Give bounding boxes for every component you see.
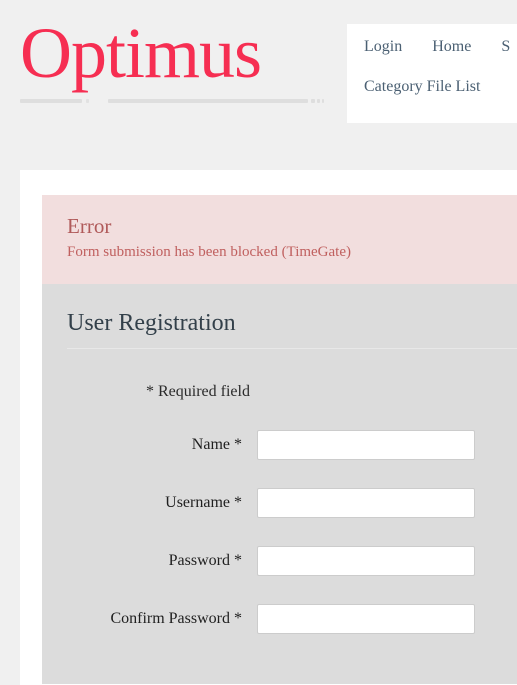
nav-link-home[interactable]: Home: [432, 38, 471, 56]
nav-link-search-truncated[interactable]: S: [501, 38, 510, 56]
confirm-password-input[interactable]: [257, 604, 475, 634]
label-password: Password *: [168, 552, 242, 569]
registration-form: * Required field Name * Username * Passw…: [67, 349, 517, 634]
registration-panel: User Registration * Required field Name …: [42, 284, 517, 684]
content-container: Error Form submission has been blocked (…: [20, 170, 517, 685]
form-row-confirm-password: Confirm Password *: [67, 604, 517, 634]
username-input[interactable]: [257, 488, 475, 518]
brand-underline-rule: [20, 98, 324, 103]
label-username: Username *: [165, 494, 242, 511]
form-row-password: Password *: [67, 546, 517, 576]
required-field-note: * Required field: [146, 383, 250, 400]
error-alert-title: Error: [67, 214, 112, 238]
error-alert: Error Form submission has been blocked (…: [42, 195, 517, 284]
form-row-username: Username *: [67, 488, 517, 518]
nav-link-login[interactable]: Login: [364, 38, 402, 56]
nav-row-primary: Login Home S: [347, 38, 517, 78]
main-navigation: Login Home S Category File List: [347, 24, 517, 123]
name-input[interactable]: [257, 430, 475, 460]
label-confirm-password: Confirm Password *: [110, 610, 242, 627]
form-row-name: Name *: [67, 430, 517, 460]
site-header: Optimus Login Home S Category File List: [0, 0, 517, 170]
label-name: Name *: [191, 436, 242, 453]
error-alert-message: Form submission has been blocked (TimeGa…: [67, 244, 351, 260]
page-title: User Registration: [67, 310, 236, 336]
password-input[interactable]: [257, 546, 475, 576]
brand-logo[interactable]: Optimus: [20, 10, 325, 103]
nav-link-category-file-list[interactable]: Category File List: [364, 78, 480, 96]
brand-title: Optimus: [20, 13, 262, 93]
nav-row-secondary: Category File List: [347, 78, 517, 118]
